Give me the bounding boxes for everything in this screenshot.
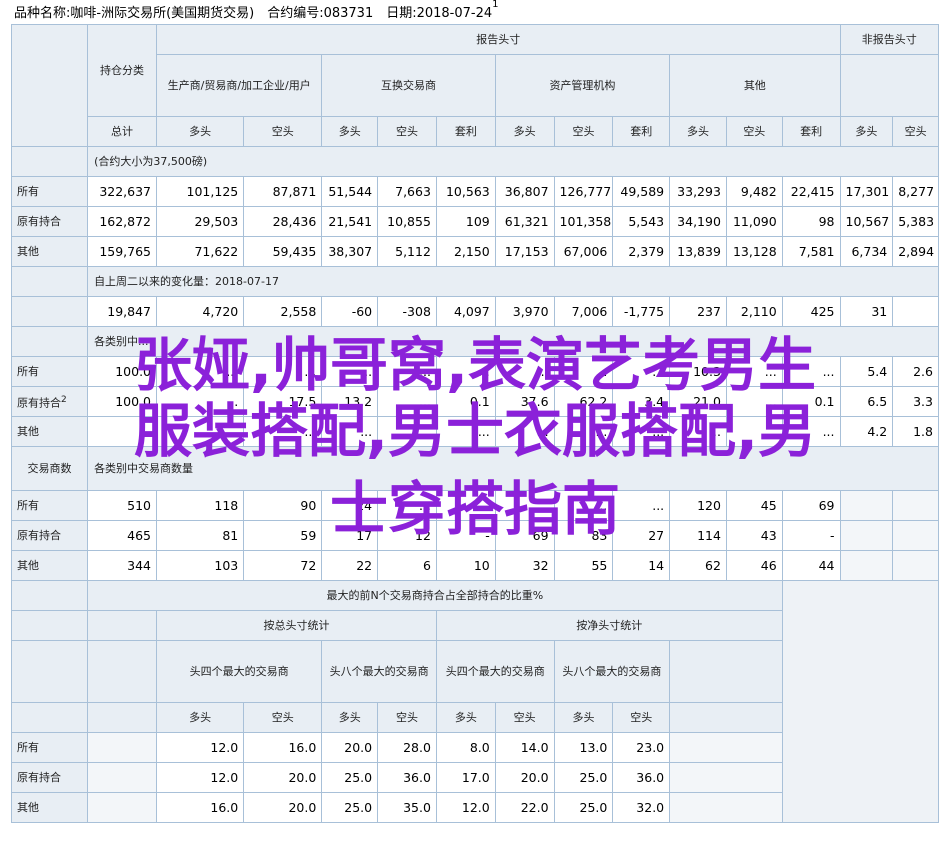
row-label: 其他 xyxy=(10,550,89,581)
contract-size-note: (合约大小为37,500磅) xyxy=(87,146,939,177)
holding-class-header: 持仓分类 xyxy=(87,24,158,117)
table-row: 所有 322,637 101,125 87,871 51,544 7,663 1… xyxy=(10,176,939,207)
concentration-title: 最大的前N个交易商持合占全部持合的比重% xyxy=(87,580,783,611)
report-header: 品种名称:咖啡-洲际交易所(美国期货交易) 合约编号:083731 日期:201… xyxy=(14,0,499,21)
table-row: 其他 159,765 71,622 59,435 38,307 5,112 2,… xyxy=(10,236,939,267)
mm-spread-header: 套利 xyxy=(612,116,671,147)
overlay-line-1: 张娅,帅哥窝,表演艺考男生 xyxy=(133,331,817,399)
overlay-line-2: 服装搭配,男士衣服搭配,男 xyxy=(133,397,817,465)
other-long-header: 多头 xyxy=(669,116,727,147)
non-reportable-blank xyxy=(839,54,939,117)
net-top8-header: 头八个最大的交易商 xyxy=(553,640,671,703)
nonrep-short-header: 空头 xyxy=(892,116,939,147)
overlay-line-3: 士穿搭指南 xyxy=(329,475,620,543)
producer-header: 生产商/贸易商/加工企业/用户 xyxy=(156,54,323,117)
other-reportable-header: 其他 xyxy=(669,54,841,117)
row-label: 其他 xyxy=(10,236,89,267)
table-row: 19,847 4,720 2,558 -60 -308 4,097 3,970 … xyxy=(10,296,939,327)
swap-dealer-header: 互换交易商 xyxy=(321,54,496,117)
table-row: 其他 344 103 72 22 6 10 32 55 14 62 46 44 xyxy=(10,550,939,581)
nonrep-long-header: 多头 xyxy=(839,116,894,147)
gross-top4-header: 头四个最大的交易商 xyxy=(156,640,323,703)
row-label: 原有持合 xyxy=(10,206,89,237)
change-since-note: 自上周二以来的变化量：2018-07-17 xyxy=(87,266,939,297)
swap-spread-header: 套利 xyxy=(435,116,496,147)
by-net-header: 按净头寸统计 xyxy=(435,610,783,641)
gross-top8-header: 头八个最大的交易商 xyxy=(321,640,437,703)
by-gross-header: 按总头寸统计 xyxy=(156,610,437,641)
row-label: 所有 xyxy=(10,732,89,763)
footnote-marker: 1 xyxy=(492,0,499,10)
managed-money-header: 资产管理机构 xyxy=(494,54,671,117)
reportable-header: 报告头寸 xyxy=(156,24,841,55)
net-top4-header: 头四个最大的交易商 xyxy=(435,640,555,703)
total-header: 总计 xyxy=(87,116,158,147)
mm-long-header: 多头 xyxy=(494,116,555,147)
producer-short-header: 空头 xyxy=(243,116,323,147)
mm-short-header: 空头 xyxy=(553,116,614,147)
swap-short-header: 空头 xyxy=(377,116,437,147)
corner-cell xyxy=(10,24,89,147)
table-row: 原有持合 162,872 29,503 28,436 21,541 10,855… xyxy=(10,206,939,237)
other-spread-header: 套利 xyxy=(781,116,841,147)
row-label: 所有 xyxy=(10,176,89,207)
swap-long-header: 多头 xyxy=(321,116,379,147)
row-label: 原有持合 xyxy=(10,762,89,793)
other-short-header: 空头 xyxy=(725,116,783,147)
producer-long-header: 多头 xyxy=(156,116,245,147)
non-reportable-header: 非报告头寸 xyxy=(839,24,939,55)
row-label: 其他 xyxy=(10,792,89,823)
